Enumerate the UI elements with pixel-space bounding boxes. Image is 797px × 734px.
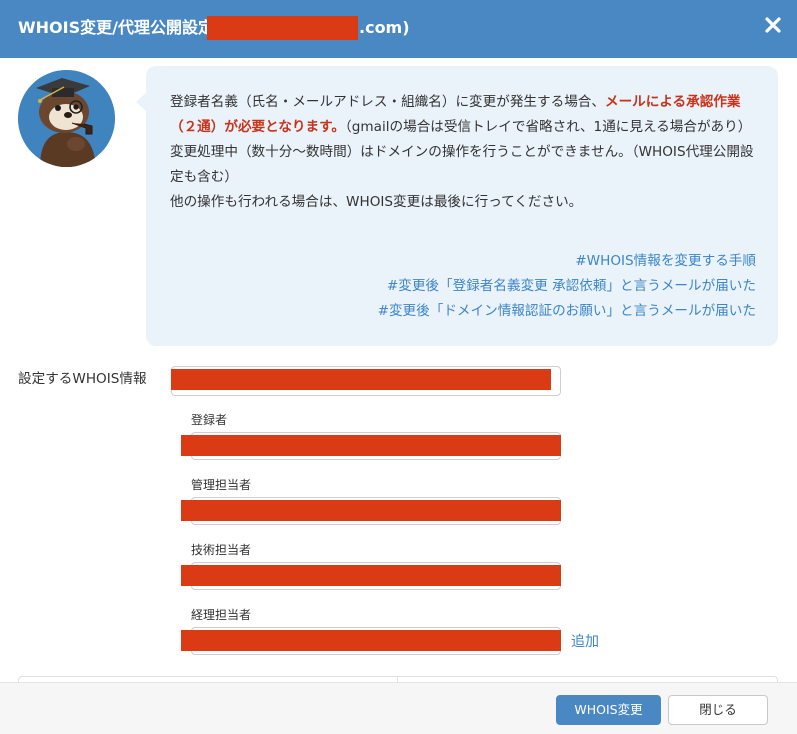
redacted-tech-contact [181,565,561,586]
redacted-domain [207,16,358,40]
notice-bubble: 登録者名義（氏名・メールアドレス・組織名）に変更が発生する場合、メールによる承認… [146,66,778,346]
whois-info-label: 設定するWHOIS情報 [18,371,147,387]
tech-contact-label: 技術担当者 [191,543,252,557]
redacted-billing-contact [181,630,561,651]
redacted-admin-contact [181,500,561,521]
notice-line1-tail: （gmailの場合は受信トレイで省略され、1通に見える場合があり） [344,119,752,135]
close-icon[interactable] [762,14,784,36]
help-link-registrant-approval[interactable]: #変更後「登録者名義変更 承認依頼」と言うメールが届いた [378,274,756,299]
help-links: #WHOIS情報を変更する手順 #変更後「登録者名義変更 承認依頼」と言うメール… [378,249,756,324]
billing-contact-label: 経理担当者 [191,608,252,622]
notice-line2: 変更処理中（数十分〜数時間）はドメインの操作を行うことができません。（WHOIS… [170,144,754,185]
notice-line1: 登録者名義（氏名・メールアドレス・組織名）に変更が発生する場合、 [170,94,605,110]
dialog-header: WHOIS変更/代理公開設定 .com) [0,0,797,58]
otter-mascot-icon [18,70,115,167]
redacted-registrant [181,435,561,456]
add-link[interactable]: 追加 [571,632,599,652]
close-button[interactable]: 閉じる [668,695,768,725]
help-link-domain-verification[interactable]: #変更後「ドメイン情報認証のお願い」と言うメールが届いた [378,299,756,324]
notice-line3: 他の操作も行われる場合は、WHOIS変更は最後に行ってください。 [170,194,583,210]
dialog-title-suffix: .com) [359,18,410,37]
redacted-whois-info [171,369,551,390]
help-link-whois-steps[interactable]: #WHOIS情報を変更する手順 [378,249,756,274]
admin-contact-label: 管理担当者 [191,478,252,492]
registrant-label: 登録者 [191,413,228,427]
mascot-avatar [18,70,115,167]
dialog-title: WHOIS変更/代理公開設定 [18,18,214,37]
notice-text: 登録者名義（氏名・メールアドレス・組織名）に変更が発生する場合、メールによる承認… [170,90,755,215]
whois-change-button[interactable]: WHOIS変更 [556,695,661,725]
